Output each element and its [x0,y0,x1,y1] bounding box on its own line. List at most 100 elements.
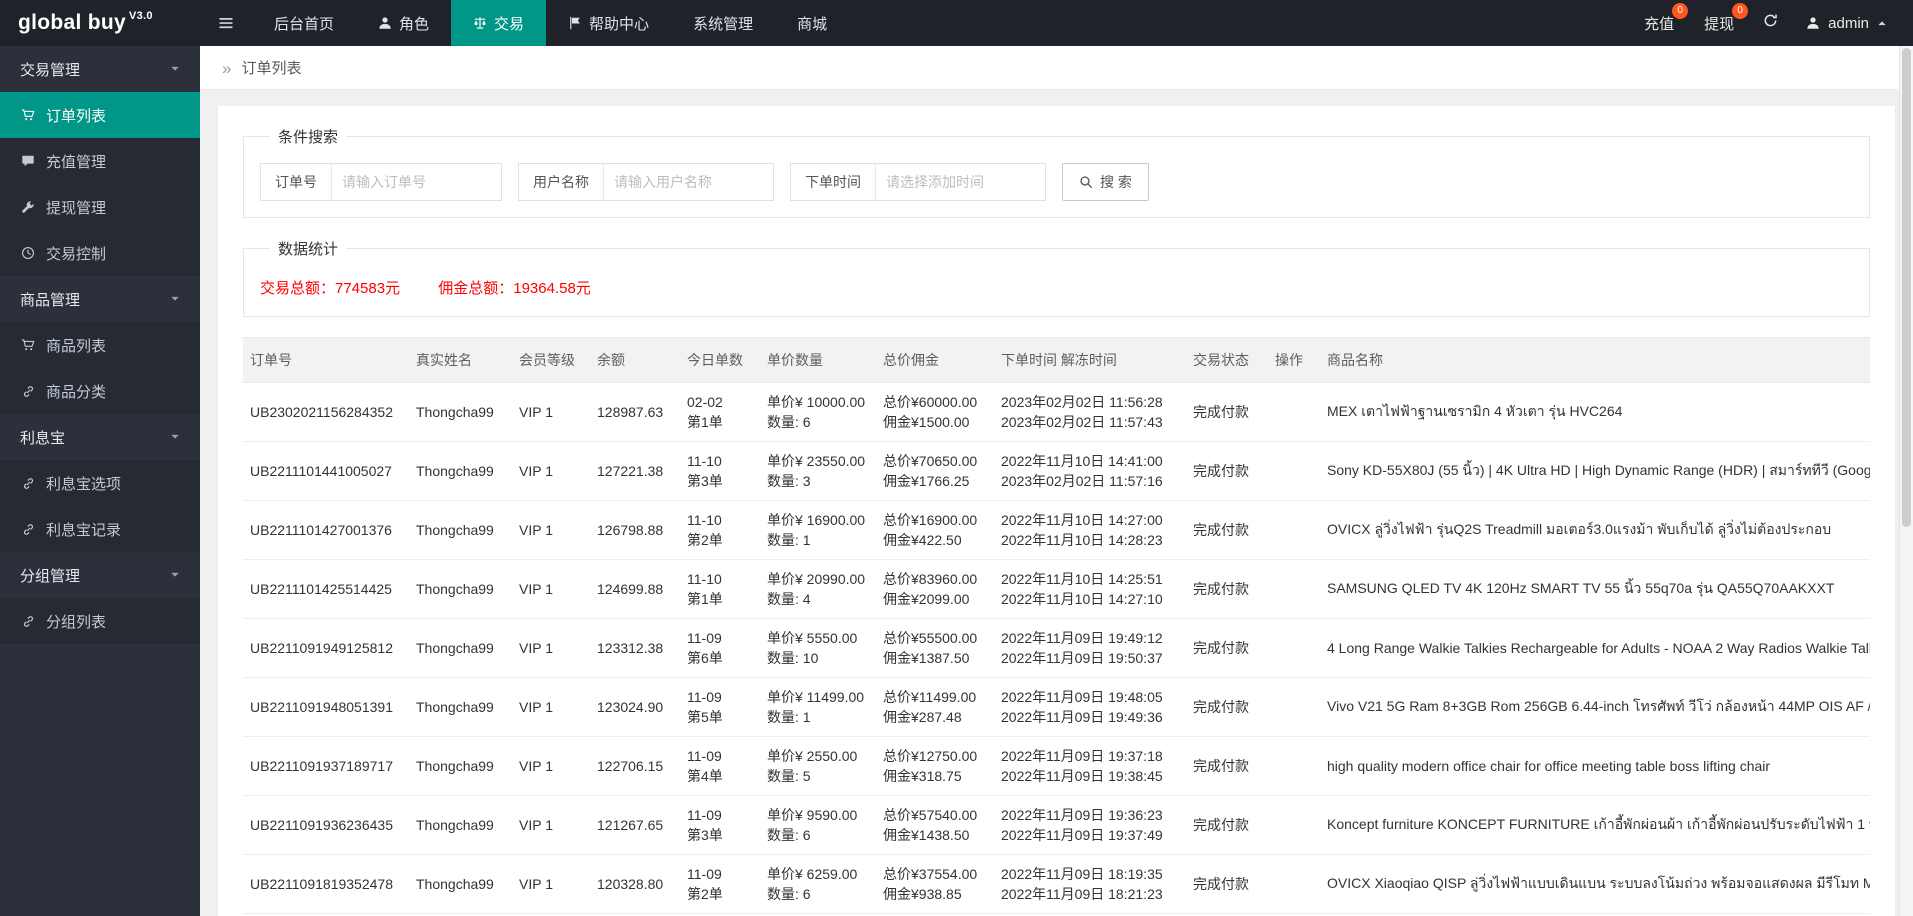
action-cell [1268,854,1320,914]
sidebar-item[interactable]: 利息宝记录 [0,506,200,552]
sidebar-section: 交易管理 订单列表 充值管理 提现管理 交易控制 [0,46,200,276]
total-price: 总价¥37554.00 [883,866,978,882]
search-field-group: 订单号 [260,163,502,201]
sidebar-item-label: 利息宝选项 [46,475,122,493]
product-name-cell: Vivo V21 5G Ram 8+3GB Rom 256GB 6.44-inc… [1320,677,1870,737]
top-nav-item[interactable]: 后台首页 [252,0,356,46]
cart-icon [20,108,36,122]
search-input[interactable] [331,164,501,200]
column-header: 交易状态 [1186,337,1268,383]
real-name-cell: Thongcha99 [409,677,512,737]
search-input[interactable] [603,164,773,200]
order-no-cell: UB2211091937189717 [243,736,409,796]
time-cell: 2022年11月10日 14:41:00 2023年02月02日 11:57:1… [994,441,1186,501]
top-nav-item[interactable]: 交易 [451,0,547,46]
quantity: 数量: 6 [767,827,811,843]
time-cell: 2023年02月02日 11:56:28 2023年02月02日 11:57:4… [994,382,1186,442]
link-icon [20,615,36,628]
sidebar-item[interactable]: 商品分类 [0,368,200,414]
caret-up-icon [1877,18,1887,28]
search-input[interactable] [875,164,1045,200]
order-no-cell: UB2302021156284352 [243,382,409,442]
top-nav-item[interactable]: 系统管理 [671,0,775,46]
top-nav-item[interactable]: 商城 [775,0,849,46]
withdraw-button[interactable]: 提现 0 [1704,2,1749,34]
order-date: 11-09 [687,630,722,646]
unit-price: 单价¥ 2550.00 [767,748,858,764]
sidebar-section-header[interactable]: 分组管理 [0,552,200,598]
sidebar-section-header[interactable]: 交易管理 [0,46,200,92]
sidebar-item[interactable]: 订单列表 [0,92,200,138]
search-row: 订单号 用户名称 下单时间 [260,163,1853,201]
quantity: 数量: 6 [767,414,811,430]
recharge-button[interactable]: 充值 0 [1644,2,1689,34]
search-icon [1079,175,1093,189]
order-time: 2023年02月02日 11:56:28 [1001,394,1163,410]
menu-icon [218,15,234,31]
order-date: 11-10 [687,571,722,587]
top-nav-item[interactable]: 帮助中心 [546,0,671,46]
sidebar-toggle-button[interactable] [200,0,252,46]
search-fieldset: 条件搜索 订单号 用户名称 [243,126,1870,218]
unfreeze-time: 2022年11月09日 19:49:36 [1001,709,1163,725]
total-amount: 交易总额：774583元 [260,280,401,297]
table-row: UB2211091819352478 Thongcha99 VIP 1 1203… [243,854,1870,914]
refresh-button[interactable] [1763,13,1778,33]
daily-orders-cell: 02-02 第1单 [680,382,760,442]
sidebar-item[interactable]: 充值管理 [0,138,200,184]
unit-price: 单价¥ 10000.00 [767,394,866,410]
order-date: 11-09 [687,689,722,705]
top-nav-label: 后台首页 [274,15,335,33]
real-name-cell: Thongcha99 [409,382,512,442]
unit-price-qty-cell: 单价¥ 23550.00 数量: 3 [760,441,876,501]
sidebar-item-label: 交易控制 [46,245,107,263]
chevron-down-icon [170,64,180,74]
order-seq: 第4单 [687,768,723,784]
order-date: 11-09 [687,748,722,764]
table-header-row: 订单号 真实姓名 会员等级 余额 今日单数 单价数量 总价佣金 下单时间 解冻时… [243,337,1870,383]
sidebar-item[interactable]: 提现管理 [0,184,200,230]
sidebar-section-header[interactable]: 商品管理 [0,276,200,322]
action-cell [1268,382,1320,442]
order-seq: 第3单 [687,473,723,489]
order-date: 11-10 [687,453,722,469]
quantity: 数量: 6 [767,886,811,902]
order-no-cell: UB2211101427001376 [243,500,409,560]
unfreeze-time: 2022年11月09日 19:37:49 [1001,827,1163,843]
vertical-scrollbar[interactable] [1899,46,1913,916]
sidebar-item-label: 商品列表 [46,337,107,355]
sidebar-item[interactable]: 利息宝选项 [0,460,200,506]
unit-price-qty-cell: 单价¥ 6259.00 数量: 6 [760,854,876,914]
column-header: 余额 [590,337,680,383]
column-header: 今日单数 [680,337,760,383]
sidebar-item[interactable]: 交易控制 [0,230,200,276]
sidebar-item[interactable]: 分组列表 [0,598,200,644]
total-commission-cell: 总价¥11499.00 佣金¥287.48 [876,677,994,737]
cart-icon [20,338,36,352]
quantity: 数量: 3 [767,473,811,489]
commission: 佣金¥287.48 [883,709,962,725]
balance-cell: 120328.80 [590,854,680,914]
search-field-label: 下单时间 [805,174,861,190]
top-nav-item[interactable]: 角色 [356,0,451,46]
sidebar-section-header[interactable]: 利息宝 [0,414,200,460]
member-level-cell: VIP 1 [512,382,590,442]
commission: 佣金¥1766.25 [883,473,970,489]
total-price: 总价¥83960.00 [883,571,978,587]
main-content: » 订单列表 条件搜索 订单号 用户名称 [200,46,1913,916]
quantity: 数量: 1 [767,532,811,548]
column-header: 单价数量 [760,337,876,383]
user-menu[interactable]: admin [1806,15,1887,32]
status-cell: 完成付款 [1186,736,1268,796]
scrollbar-thumb[interactable] [1902,48,1911,527]
top-nav-label: 帮助中心 [589,15,650,33]
unit-price-qty-cell: 单价¥ 10000.00 数量: 6 [760,382,876,442]
order-no-cell: UB2211101425514425 [243,559,409,619]
daily-orders-cell: 11-10 第3单 [680,441,760,501]
daily-orders-cell: 11-09 第5单 [680,677,760,737]
search-button[interactable]: 搜 索 [1062,163,1149,201]
product-name-cell: MEX เตาไฟฟ้าฐานเซรามิก 4 หัวเตา รุ่น HVC… [1320,382,1870,442]
stats-line: 交易总额：774583元 佣金总额：19364.58元 [260,269,1853,300]
unfreeze-time: 2022年11月09日 19:50:37 [1001,650,1163,666]
sidebar-item[interactable]: 商品列表 [0,322,200,368]
